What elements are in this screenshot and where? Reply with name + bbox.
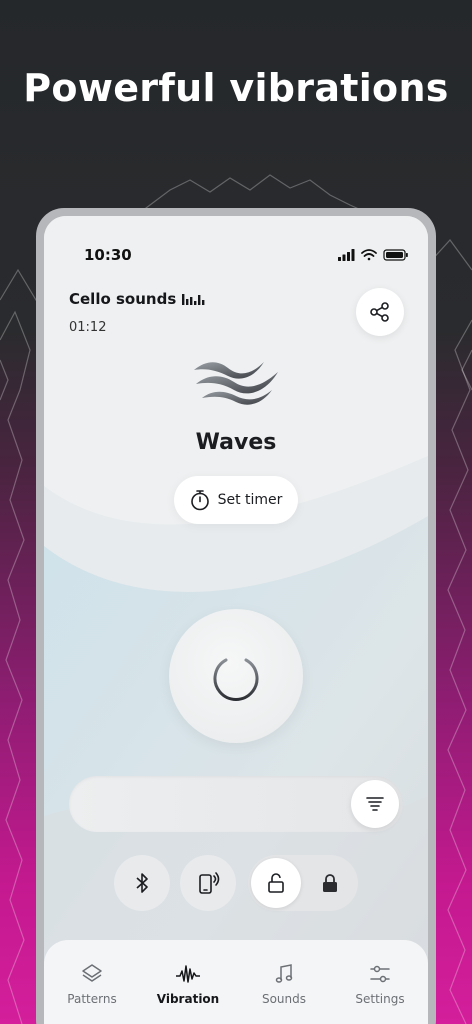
track-elapsed: 01:12 (69, 320, 107, 335)
waves-icon (194, 362, 278, 405)
phone-mockup: 10:30 Cello sounds 01:12 Waves Set timer… (36, 208, 436, 1024)
set-timer-label: Set timer (217, 492, 283, 508)
share-button[interactable] (356, 288, 404, 336)
equalizer-icon (182, 294, 205, 305)
now-playing: Cello sounds 01:12 (69, 290, 208, 335)
status-bar: 10:30 (84, 246, 410, 266)
power-button[interactable] (169, 609, 303, 743)
status-icons (338, 249, 408, 261)
lock-toggle (248, 855, 358, 911)
power-icon (213, 650, 259, 701)
tab-patterns-label: Patterns (67, 992, 117, 1006)
tab-settings-label: Settings (355, 992, 405, 1006)
tab-sounds-label: Sounds (261, 992, 307, 1006)
phone-vibrate-icon (199, 872, 220, 894)
lock-button[interactable] (305, 858, 355, 908)
unlock-icon (268, 873, 284, 893)
mode-title: Waves (195, 430, 277, 455)
vibration-wave-icon (176, 965, 200, 983)
tab-sounds[interactable]: Sounds (236, 962, 332, 1006)
unlock-button[interactable] (251, 858, 301, 908)
layers-icon (82, 964, 102, 982)
tab-patterns[interactable]: Patterns (44, 962, 140, 1006)
sliders-icon (370, 965, 390, 983)
app-screen: 10:30 Cello sounds 01:12 Waves Set timer… (44, 216, 428, 1024)
slider-knob[interactable] (351, 780, 399, 828)
headline: Powerful vibrations (23, 66, 449, 110)
tab-settings[interactable]: Settings (332, 962, 428, 1006)
wifi-icon (361, 249, 377, 261)
battery-icon (383, 249, 408, 261)
tab-vibration[interactable]: Vibration (140, 962, 236, 1006)
intensity-slider[interactable] (69, 776, 403, 832)
signal-icon (338, 249, 355, 261)
stopwatch-icon (190, 490, 209, 511)
tornado-icon (366, 797, 384, 811)
bluetooth-icon (136, 873, 148, 893)
status-time: 10:30 (84, 246, 132, 264)
bluetooth-button[interactable] (114, 855, 170, 911)
music-note-icon (275, 964, 293, 983)
tab-bar: Patterns Vibration Sounds Settings (44, 940, 428, 1024)
set-timer-button[interactable]: Set timer (174, 476, 298, 524)
phone-vibrate-button[interactable] (180, 855, 236, 911)
lock-icon (323, 874, 337, 892)
track-title: Cello sounds (69, 290, 177, 308)
tab-vibration-label: Vibration (156, 992, 220, 1006)
share-icon (370, 302, 389, 322)
